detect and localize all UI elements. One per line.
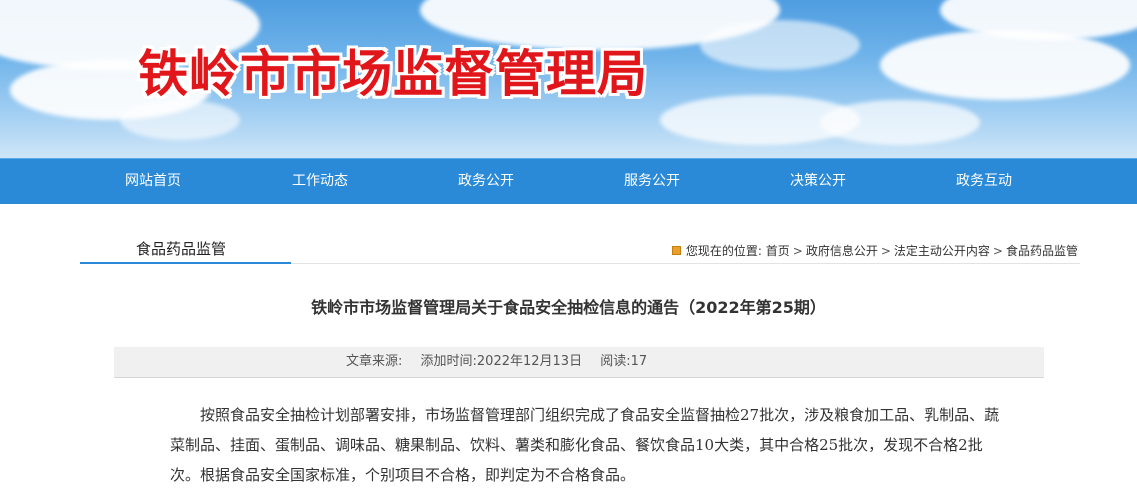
article-views: 阅读:17: [600, 354, 648, 369]
cloud-decoration: [700, 20, 860, 70]
breadcrumb-home[interactable]: 首页: [766, 244, 790, 258]
breadcrumb-prefix: 您现在的位置:: [685, 244, 762, 258]
nav-item-interaction[interactable]: 政务互动: [919, 159, 1049, 204]
section-header: 食品药品监管 您现在的位置: 首页 > 政府信息公开 > 法定主动公开内容 > 食品药品监管: [80, 232, 1080, 264]
cloud-decoration: [120, 100, 240, 140]
nav-item-gov-affairs[interactable]: 政务公开: [421, 159, 551, 204]
section-title: 食品药品监管: [136, 240, 227, 258]
article-meta: 文章来源: 添加时间:2022年12月13日 阅读:17: [114, 347, 1044, 378]
breadcrumb-separator: >: [880, 244, 891, 258]
breadcrumb-gov-info[interactable]: 政府信息公开: [806, 244, 878, 258]
article-source: 文章来源:: [346, 354, 403, 369]
article-body: 按照食品安全抽检计划部署安排，市场监督管理部门组织完成了食品安全监督抽检27批次…: [170, 406, 1000, 484]
article-title: 铁岭市市场监督管理局关于食品安全抽检信息的通告（2022年第25期）: [311, 298, 826, 317]
header-banner: 铁岭市市场监督管理局: [0, 0, 1137, 158]
nav-item-home[interactable]: 网站首页: [88, 159, 218, 204]
nav-item-decisions[interactable]: 决策公开: [753, 159, 883, 204]
main-nav: 网站首页 工作动态 政务公开 服务公开 决策公开 政务互动: [0, 158, 1137, 204]
breadcrumb-separator: >: [792, 244, 803, 258]
nav-item-services[interactable]: 服务公开: [587, 159, 717, 204]
cloud-decoration: [660, 95, 860, 145]
location-icon: [671, 246, 681, 255]
section-divider: [291, 263, 1080, 264]
nav-item-work-news[interactable]: 工作动态: [255, 159, 385, 204]
breadcrumb: 您现在的位置: 首页 > 政府信息公开 > 法定主动公开内容 > 食品药品监管: [671, 242, 1078, 259]
cloud-decoration: [880, 30, 1130, 100]
site-title: 铁岭市市场监督管理局: [138, 45, 648, 103]
breadcrumb-disclosure[interactable]: 法定主动公开内容: [894, 244, 990, 258]
section-underline: [80, 262, 291, 264]
breadcrumb-separator: >: [992, 244, 1003, 258]
article-date: 添加时间:2022年12月13日: [420, 354, 583, 369]
breadcrumb-food-drug[interactable]: 食品药品监管: [1006, 244, 1078, 258]
